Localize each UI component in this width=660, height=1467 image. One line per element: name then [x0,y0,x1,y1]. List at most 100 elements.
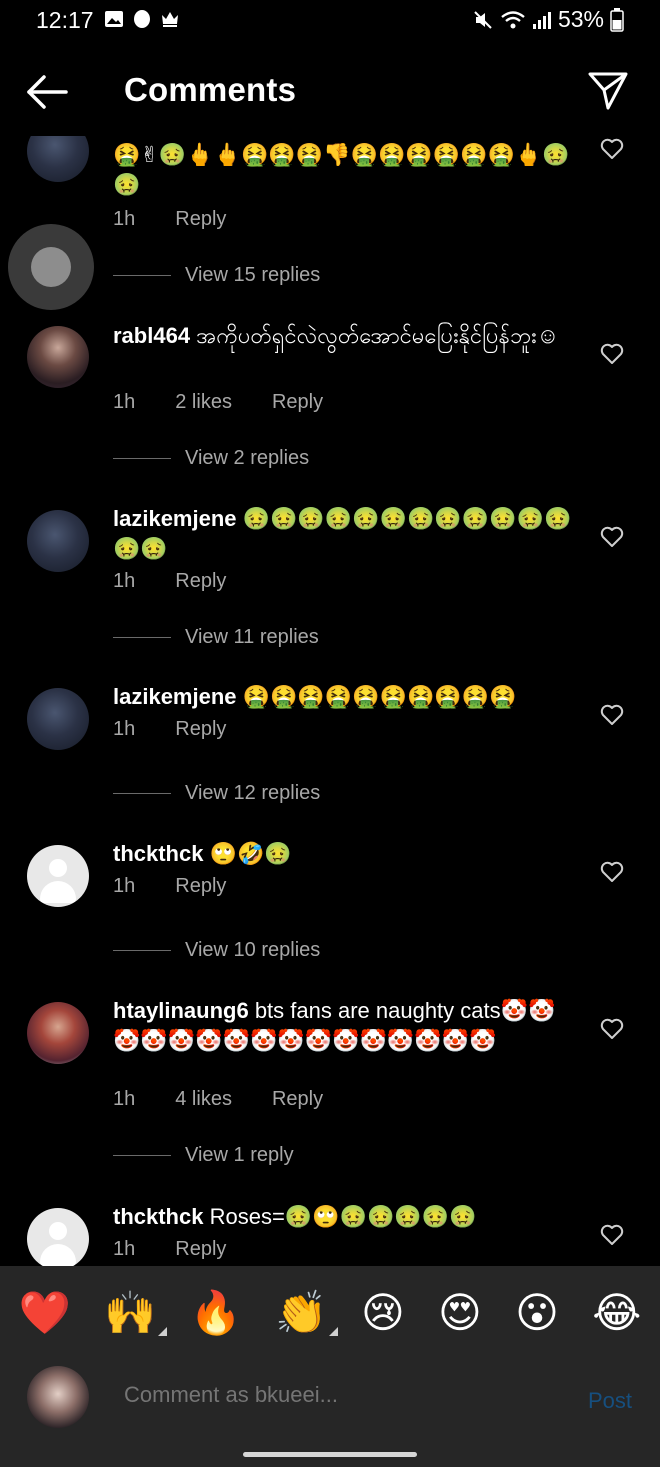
view-replies-button[interactable]: View 2 replies [113,447,309,470]
avatar-placeholder-body [40,1244,76,1266]
avatar[interactable] [27,510,89,572]
comment-meta: 1h Reply [113,570,266,593]
current-user-avatar [27,1366,89,1428]
view-replies-button[interactable]: View 10 replies [113,939,320,962]
comment-meta: 1h 4 likes Reply [113,1088,363,1111]
likes-count[interactable]: 4 likes [175,1088,232,1110]
heart-icon[interactable] [600,704,624,726]
view-replies-button[interactable]: View 11 replies [113,626,319,649]
back-arrow-icon[interactable] [24,72,70,112]
comment-composer: Post [0,1360,660,1440]
likes-count[interactable]: 2 likes [175,391,232,413]
avatar-placeholder-head [49,859,67,877]
divider [113,793,171,794]
header: Comments [0,40,660,140]
comment-time: 1h [113,208,136,230]
avatar[interactable] [27,1002,89,1064]
reaction-heart-eyes[interactable]: 😍 [438,1292,482,1334]
system-status-icons: 53% [472,6,624,33]
comment-time: 1h [113,391,136,413]
status-bar: 12:17 53% [0,0,660,40]
reply-button[interactable]: Reply [272,391,323,413]
notification-icons [104,9,180,29]
reaction-surprised[interactable]: 😮 [515,1292,559,1334]
battery-icon [610,7,624,32]
username[interactable]: thckthck [113,1204,203,1229]
comment-meta: 1h Reply [113,208,266,231]
comment-time: 1h [113,718,136,740]
comment-meta: 1h Reply [113,1238,266,1261]
comment-text: rabl464 အကိုပတ်ရှင်လဲလွတ်အောင်မပြေးနိုင်… [113,323,560,348]
home-indicator[interactable] [243,1452,417,1457]
touch-indicator [8,224,94,310]
reaction-crying[interactable]: 😢 [361,1292,405,1334]
battery-percent: 53% [557,6,604,32]
username[interactable]: lazikemjene [113,506,237,531]
avatar[interactable] [27,326,89,388]
view-replies-button[interactable]: View 1 reply [113,1144,294,1167]
comment-text: lazikemjene 🤮🤮🤮🤮🤮🤮🤮🤮🤮🤮 [113,684,517,709]
heart-icon[interactable] [600,526,624,548]
avatar[interactable] [27,845,89,907]
username[interactable]: thckthck [113,841,203,866]
reply-button[interactable]: Reply [175,1238,226,1260]
reply-button[interactable]: Reply [175,875,226,897]
quick-reaction-bar: ❤️ 🙌 🔥 👏 😢 😍 😮 😂 [0,1266,660,1360]
comment-meta: 1h Reply [113,875,266,898]
heart-icon[interactable] [600,1018,624,1040]
circle-icon [134,10,150,28]
send-icon[interactable] [586,68,630,112]
navigation-bar [0,1440,660,1467]
status-time: 12:17 [36,7,94,33]
heart-icon[interactable] [600,343,624,365]
reply-button[interactable]: Reply [175,208,226,230]
touch-indicator-dot [31,247,71,287]
reaction-clap[interactable]: 👏 [275,1292,338,1336]
page-title: Comments [124,71,297,108]
avatar[interactable] [27,136,89,182]
reaction-heart[interactable]: ❤️ [19,1292,71,1334]
comment-time: 1h [113,1088,136,1110]
divider [113,1155,171,1156]
comment-meta: 1h Reply [113,718,266,741]
comment-list[interactable]: 🤮✌🤢🖕🖕🤮🤮🤮👎🤮🤮🤮🤮🤮🤮🖕🤢🤢 1h Reply View 15 repli… [0,136,660,1266]
reply-button[interactable]: Reply [175,718,226,740]
divider [113,275,171,276]
reply-button[interactable]: Reply [272,1088,323,1110]
divider [113,458,171,459]
comment-time: 1h [113,1238,136,1260]
comment-text: lazikemjene 🤢🤢🤢🤢🤢🤢🤢🤢🤢🤢🤢🤢🤢🤢 [113,506,572,561]
avatar[interactable] [27,688,89,750]
divider [113,950,171,951]
view-replies-button[interactable]: View 12 replies [113,782,320,805]
skin-tone-indicator [328,1327,338,1336]
mute-icon [474,10,492,29]
heart-icon[interactable] [600,138,624,160]
reaction-laughing[interactable]: 😂 [592,1292,641,1334]
heart-icon[interactable] [600,1224,624,1246]
comment-input[interactable] [124,1382,544,1408]
divider [113,637,171,638]
reply-button[interactable]: Reply [175,570,226,592]
view-replies-button[interactable]: View 15 replies [113,264,320,287]
comment-text: thckthck 🙄🤣🤢 [113,841,292,866]
username[interactable]: lazikemjene [113,684,237,709]
comment-time: 1h [113,570,136,592]
avatar-placeholder-body [40,881,76,903]
skin-tone-indicator [157,1327,167,1336]
username[interactable]: htaylinaung6 [113,998,249,1023]
comment-text: htaylinaung6 bts fans are naughty cats🤡🤡… [113,998,556,1053]
reaction-raised-hands[interactable]: 🙌 [104,1292,167,1336]
heart-icon[interactable] [600,861,624,883]
avatar-placeholder-head [49,1222,67,1240]
signal-icon [532,11,551,29]
username[interactable]: rabl464 [113,323,190,348]
reaction-fire[interactable]: 🔥 [190,1292,242,1334]
post-button[interactable]: Post [588,1388,632,1414]
gallery-icon [105,11,123,27]
wifi-icon [501,10,525,28]
comment-text: 🤮✌🤢🖕🖕🤮🤮🤮👎🤮🤮🤮🤮🤮🤮🖕🤢🤢 [113,142,570,197]
comment-meta: 1h 2 likes Reply [113,391,363,414]
avatar[interactable] [27,1208,89,1266]
crown-icon [162,12,178,27]
